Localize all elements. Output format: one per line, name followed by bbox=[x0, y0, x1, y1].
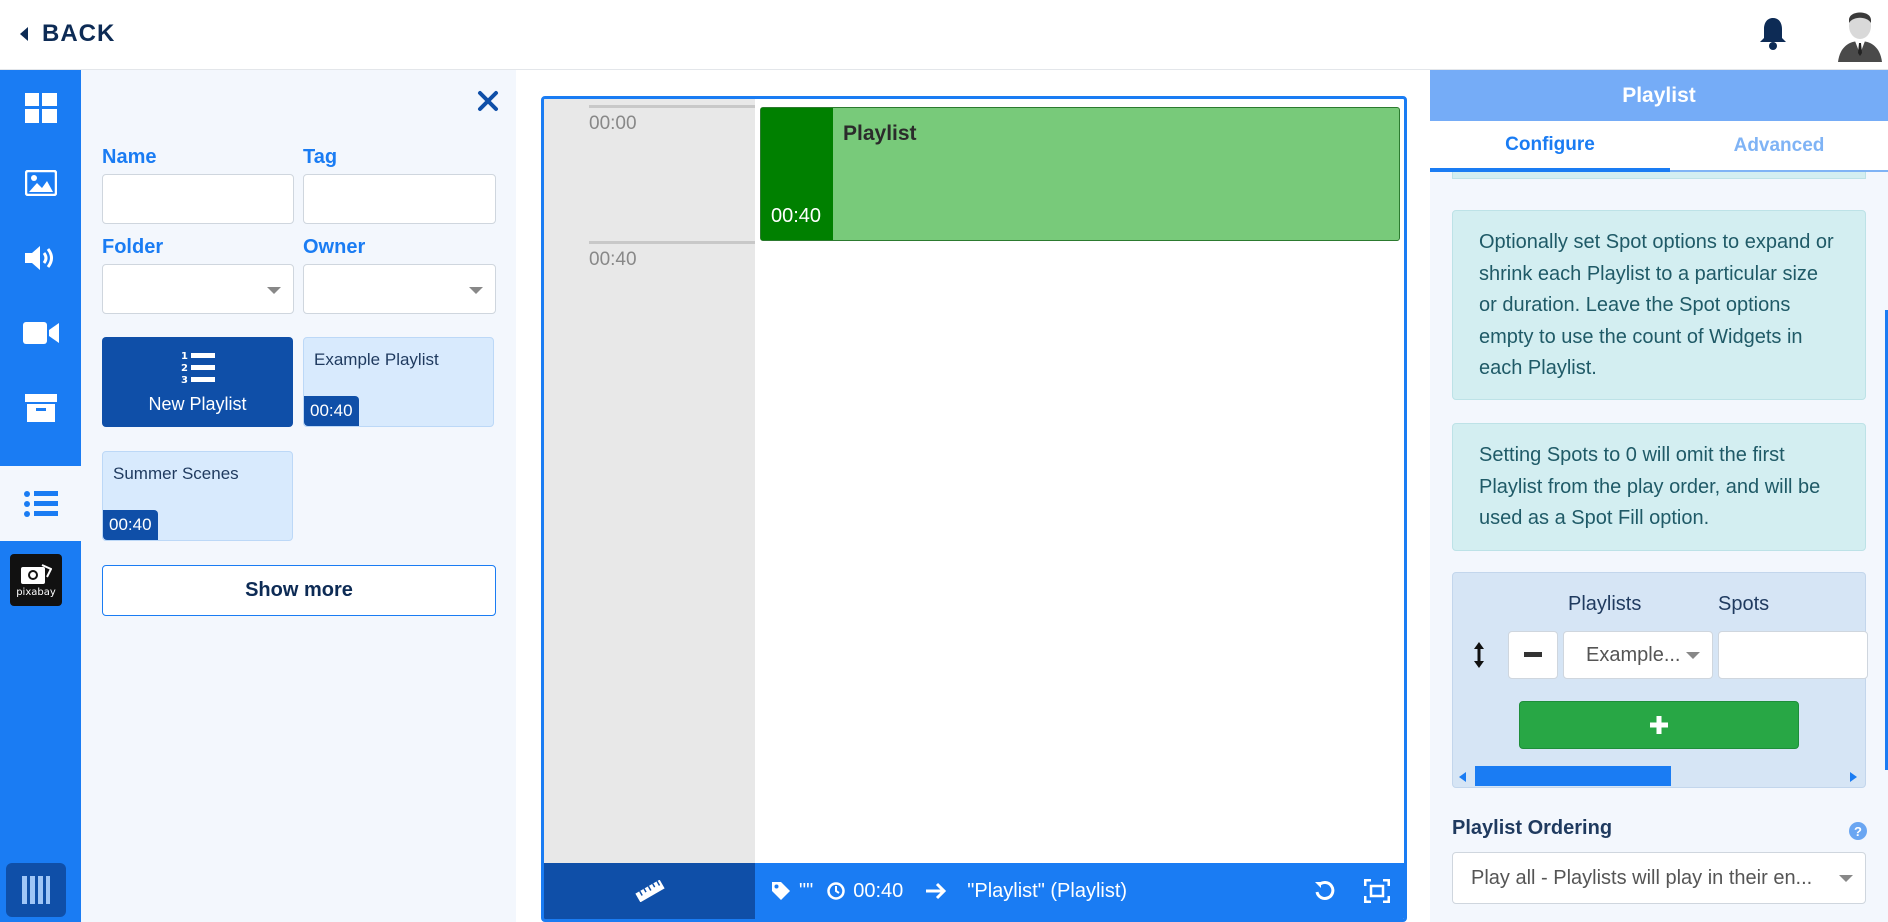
nav-playlists[interactable] bbox=[0, 466, 81, 541]
clock-icon bbox=[827, 882, 845, 900]
selection-target: "Playlist" (Playlist) bbox=[967, 879, 1128, 902]
plus-icon bbox=[1650, 716, 1668, 734]
nav-images[interactable] bbox=[0, 145, 81, 220]
playlist-card[interactable]: Summer Scenes 00:40 bbox=[102, 451, 293, 541]
svg-text:1: 1 bbox=[181, 351, 188, 362]
new-playlist-button[interactable]: 1 2 3 New Playlist bbox=[102, 337, 293, 427]
svg-text:2: 2 bbox=[181, 363, 188, 374]
caret-left-icon bbox=[20, 27, 28, 41]
info-alert: Setting Spots to 0 will omit the first P… bbox=[1452, 423, 1866, 551]
scroll-left-icon[interactable] bbox=[1459, 772, 1467, 782]
playlist-card[interactable]: Example Playlist 00:40 bbox=[303, 337, 494, 427]
tag-label: Tag bbox=[303, 146, 338, 168]
playlists-column-header: Playlists bbox=[1568, 593, 1642, 615]
selection-duration: 00:40 bbox=[853, 879, 904, 902]
playlist-ordering-select[interactable]: Play all - Playlists will play in their … bbox=[1452, 852, 1866, 904]
chevron-down-icon bbox=[1839, 875, 1853, 882]
archive-icon bbox=[24, 393, 57, 422]
tick-line bbox=[589, 241, 755, 244]
layout-toggle-button[interactable] bbox=[6, 863, 66, 917]
fit-screen-icon[interactable] bbox=[1364, 879, 1390, 903]
numbered-list-icon: 1 2 3 bbox=[181, 351, 215, 384]
ruler-button[interactable] bbox=[544, 863, 755, 919]
playlist-ordering-label: Playlist Ordering bbox=[1452, 817, 1613, 839]
playlist-card-title: Example Playlist bbox=[314, 350, 439, 369]
playlist-select-value: Example... bbox=[1586, 644, 1681, 666]
help-icon[interactable]: ? bbox=[1849, 822, 1867, 840]
timeline-block-title: Playlist bbox=[843, 122, 917, 145]
playlist-card-duration: 00:40 bbox=[304, 396, 359, 426]
nav-dashboard[interactable] bbox=[0, 70, 81, 145]
timeline-block[interactable]: 00:40 Playlist bbox=[760, 107, 1400, 241]
nav-archive[interactable] bbox=[0, 370, 81, 445]
name-input[interactable] bbox=[102, 174, 294, 224]
info-alert: Optionally set Spot options to expand or… bbox=[1452, 210, 1866, 400]
owner-select[interactable] bbox=[303, 264, 496, 314]
video-icon bbox=[22, 321, 59, 344]
dashboard-icon bbox=[24, 92, 57, 123]
alert-fragment bbox=[1452, 172, 1866, 179]
image-icon bbox=[24, 169, 57, 196]
spots-column-header: Spots bbox=[1718, 593, 1770, 615]
undo-icon[interactable] bbox=[1314, 880, 1336, 902]
timeline-block-duration: 00:40 bbox=[771, 205, 822, 227]
chevron-down-icon bbox=[469, 287, 483, 294]
close-icon[interactable] bbox=[475, 88, 501, 114]
playlist-select[interactable]: Example... bbox=[1563, 631, 1713, 679]
horizontal-scrollbar[interactable] bbox=[1453, 766, 1865, 788]
ruler-icon bbox=[634, 880, 665, 902]
nav-video[interactable] bbox=[0, 295, 81, 370]
playlist-ordering-value: Play all - Playlists will play in their … bbox=[1471, 867, 1813, 889]
selection-info: "" 00:40 "Playlist" (Playlist) bbox=[771, 880, 1127, 903]
audio-icon bbox=[24, 245, 53, 270]
pixabay-label: pixabay bbox=[16, 586, 56, 598]
playlist-card-duration: 00:40 bbox=[103, 510, 158, 540]
playlist-card-title: Summer Scenes bbox=[113, 464, 239, 483]
name-label: Name bbox=[102, 146, 157, 168]
remove-row-button[interactable] bbox=[1508, 631, 1558, 679]
left-nav: pixabay bbox=[0, 70, 81, 922]
panel-body: Optionally set Spot options to expand or… bbox=[1430, 172, 1888, 922]
svg-text:3: 3 bbox=[181, 375, 188, 384]
spots-editor: Playlists Spots Example... bbox=[1452, 572, 1868, 788]
timeline: 00:00 00:40 00:40 Playlist "" 00:40 "Pla… bbox=[541, 96, 1407, 922]
camera-icon bbox=[21, 563, 52, 584]
spots-input[interactable] bbox=[1718, 631, 1868, 679]
tag-input[interactable] bbox=[303, 174, 496, 224]
tab-configure[interactable]: Configure bbox=[1430, 121, 1670, 172]
tick-line bbox=[589, 105, 755, 108]
properties-panel: Playlist Configure Advanced Optionally s… bbox=[1430, 70, 1888, 922]
top-bar: BACK bbox=[0, 0, 1888, 70]
nav-audio[interactable] bbox=[0, 220, 81, 295]
show-more-button[interactable]: Show more bbox=[102, 565, 496, 616]
chevron-down-icon bbox=[1686, 652, 1700, 659]
add-row-button[interactable] bbox=[1519, 701, 1799, 749]
list-icon bbox=[23, 490, 58, 517]
avatar[interactable] bbox=[1832, 6, 1888, 62]
timeline-footer: "" 00:40 "Playlist" (Playlist) bbox=[544, 863, 1404, 919]
new-playlist-label: New Playlist bbox=[148, 393, 247, 414]
tick-label: 00:40 bbox=[589, 249, 637, 270]
scrollbar-thumb[interactable] bbox=[1475, 766, 1671, 786]
back-button[interactable]: BACK bbox=[20, 20, 115, 48]
folder-label: Folder bbox=[102, 236, 164, 258]
selection-tag: "" bbox=[799, 879, 814, 902]
scroll-right-icon[interactable] bbox=[1849, 772, 1857, 782]
arrow-right-icon bbox=[926, 882, 947, 900]
chevron-down-icon bbox=[267, 287, 281, 294]
panel-title: Playlist bbox=[1430, 70, 1888, 121]
tag-icon bbox=[772, 882, 790, 900]
minus-icon bbox=[1524, 652, 1542, 657]
nav-pixabay[interactable]: pixabay bbox=[10, 554, 62, 606]
tick-label: 00:00 bbox=[589, 113, 637, 134]
drag-handle-icon[interactable] bbox=[1473, 641, 1485, 669]
timeline-ruler: 00:00 00:40 bbox=[544, 99, 755, 863]
tab-advanced[interactable]: Advanced bbox=[1670, 121, 1888, 172]
columns-icon bbox=[22, 876, 50, 904]
owner-label: Owner bbox=[303, 236, 366, 258]
folder-select[interactable] bbox=[102, 264, 294, 314]
library-panel: Name Tag Folder Owner 1 2 3 New Playlist… bbox=[81, 70, 516, 922]
bell-icon[interactable] bbox=[1758, 16, 1788, 50]
back-label: BACK bbox=[42, 20, 116, 47]
